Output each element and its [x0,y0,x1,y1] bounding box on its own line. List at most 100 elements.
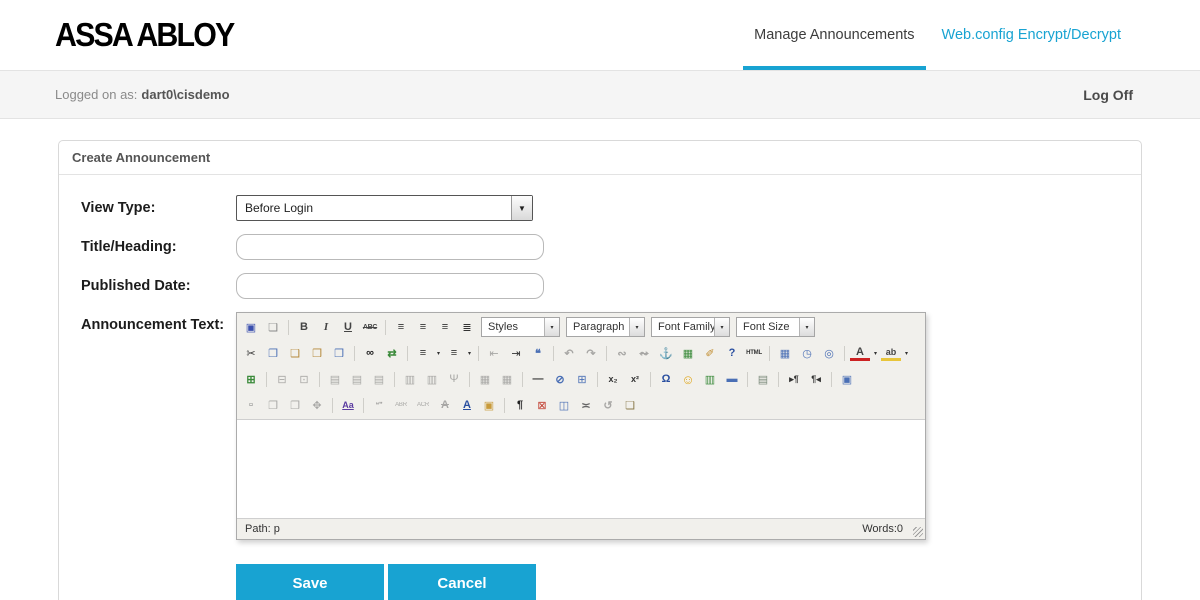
paste-icon[interactable]: ❑ [285,344,305,362]
chevron-down-icon[interactable]: ▼ [511,196,532,220]
split-cells-icon[interactable]: ▦ [475,370,495,388]
insert-layer-icon[interactable]: ▫ [241,396,261,414]
insert-image-icon[interactable]: ▦ [678,344,698,362]
numbered-list-icon[interactable]: ≡ [444,344,464,362]
merge-cells-icon[interactable]: ▦ [497,370,517,388]
save-icon[interactable]: ▣ [241,318,261,336]
outdent-icon[interactable]: ⇤ [484,344,504,362]
absolute-position-icon[interactable]: ✥ [307,396,327,414]
ltr-direction-icon[interactable]: ▸¶ [784,370,804,388]
redo-icon[interactable]: ↷ [581,344,601,362]
table-row-properties-icon[interactable]: ⊟ [272,370,292,388]
font-family-dropdown-arrow-icon[interactable]: ▾ [714,318,729,336]
text-color-menu-icon[interactable]: ▾ [871,344,880,362]
citation-icon[interactable]: ❝❞ [369,396,389,414]
background-color-menu-icon[interactable]: ▾ [902,344,911,362]
preview-icon[interactable]: ◎ [819,344,839,362]
font-size-dropdown-arrow-icon[interactable]: ▾ [799,318,814,336]
insert-column-before-icon[interactable]: ▥ [400,370,420,388]
non-breaking-space-icon[interactable]: ⊠ [532,396,552,414]
italic-icon[interactable]: I [316,318,336,336]
find-icon[interactable]: ∞ [360,344,380,362]
page-break-icon[interactable]: ≍ [576,396,596,414]
move-backward-icon[interactable]: ❐ [285,396,305,414]
visual-characters-icon[interactable]: ¶ [510,396,530,414]
deleted-text-icon[interactable]: A [435,396,455,414]
paste-from-word-icon[interactable]: ❒ [329,344,349,362]
align-justify-icon[interactable]: ≣ [457,318,477,336]
view-type-select[interactable]: Before Login ▼ [236,195,533,221]
paste-as-text-icon[interactable]: ❒ [307,344,327,362]
rtl-direction-icon[interactable]: ¶◂ [806,370,826,388]
tab-manage-announcements[interactable]: Manage Announcements [743,0,925,70]
table-cell-properties-icon[interactable]: ⊡ [294,370,314,388]
help-icon[interactable]: ? [722,344,742,362]
indent-icon[interactable]: ⇥ [506,344,526,362]
insert-link-icon[interactable]: ∾ [612,344,632,362]
print-icon[interactable]: ▤ [753,370,773,388]
insert-table-icon[interactable]: ⊞ [241,370,261,388]
special-character-icon[interactable]: Ω [656,370,676,388]
numbered-list-menu-icon[interactable]: ▾ [465,344,474,362]
log-off-link[interactable]: Log Off [1083,87,1133,103]
new-document-icon[interactable]: ❏ [263,318,283,336]
fullscreen-icon[interactable]: ▣ [837,370,857,388]
spellcheck-preview-icon[interactable]: ❏ [620,396,640,414]
title-input[interactable] [236,234,544,260]
underline-icon[interactable]: U [338,318,358,336]
bullet-list-menu-icon[interactable]: ▾ [434,344,443,362]
remove-formatting-icon[interactable]: ⊘ [550,370,570,388]
html-source-icon[interactable]: HTML [744,344,764,362]
move-forward-icon[interactable]: ❐ [263,396,283,414]
tab-webconfig-encrypt-decrypt[interactable]: Web.config Encrypt/Decrypt [931,0,1132,70]
font-size-dropdown[interactable]: Font Size▾ [736,317,815,337]
published-date-input[interactable] [236,273,544,299]
restore-draft-icon[interactable]: ↺ [598,396,618,414]
template-icon[interactable]: ◫ [554,396,574,414]
anchor-icon[interactable]: ⚓ [656,344,676,362]
delete-column-icon[interactable]: Ψ [444,370,464,388]
insert-date-icon[interactable]: ▦ [775,344,795,362]
insert-row-after-icon[interactable]: ▤ [347,370,367,388]
insert-media-icon[interactable]: ▥ [700,370,720,388]
strikethrough-icon[interactable]: ABC [360,318,380,336]
cut-icon[interactable]: ✂ [241,344,261,362]
font-family-dropdown[interactable]: Font Family▾ [651,317,730,337]
find-replace-icon[interactable]: ⇄ [382,344,402,362]
assa-abloy-logo[interactable]: ASSA ABLOY [55,16,233,54]
style-properties-icon[interactable]: Aa [338,396,358,414]
insert-column-after-icon[interactable]: ▥ [422,370,442,388]
delete-row-icon[interactable]: ▤ [369,370,389,388]
subscript-icon[interactable]: x₂ [603,370,623,388]
align-right-icon[interactable]: ≡ [435,318,455,336]
paragraph-dropdown[interactable]: Paragraph▾ [566,317,645,337]
styles-dropdown-arrow-icon[interactable]: ▾ [544,318,559,336]
inserted-text-icon[interactable]: A [457,396,477,414]
emoticons-icon[interactable]: ☺ [678,370,698,388]
undo-icon[interactable]: ↶ [559,344,579,362]
copy-icon[interactable]: ❐ [263,344,283,362]
paragraph-dropdown-arrow-icon[interactable]: ▾ [629,318,644,336]
align-center-icon[interactable]: ≡ [413,318,433,336]
superscript-icon[interactable]: x² [625,370,645,388]
acronym-icon[interactable]: ACR [413,396,433,414]
resize-grip-icon[interactable] [913,527,923,537]
insert-attributes-icon[interactable]: ▣ [479,396,499,414]
cleanup-code-icon[interactable]: ✐ [700,344,720,362]
visual-aid-icon[interactable]: ⊞ [572,370,592,388]
blockquote-icon[interactable]: ❝ [528,344,548,362]
bullet-list-icon[interactable]: ≡ [413,344,433,362]
editor-content-area[interactable] [237,419,925,518]
insert-time-icon[interactable]: ◷ [797,344,817,362]
horizontal-rule-icon[interactable]: — [528,370,548,388]
insert-row-before-icon[interactable]: ▤ [325,370,345,388]
cancel-button[interactable]: Cancel [388,564,536,600]
unlink-icon[interactable]: ∾ [634,344,654,362]
bold-icon[interactable]: B [294,318,314,336]
insert-embed-icon[interactable]: ▬ [722,370,742,388]
align-left-icon[interactable]: ≡ [391,318,411,336]
styles-dropdown[interactable]: Styles▾ [481,317,560,337]
save-button[interactable]: Save [236,564,384,600]
abbreviation-icon[interactable]: ABR [391,396,411,414]
background-color-icon[interactable]: ab [881,346,901,361]
